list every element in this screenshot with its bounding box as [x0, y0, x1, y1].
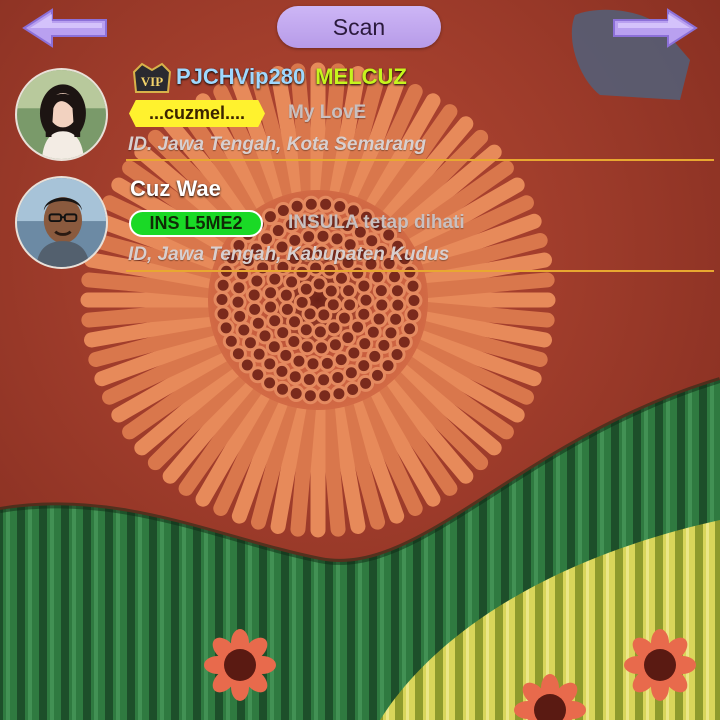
avatar[interactable]: [15, 68, 108, 161]
user-status-text: INSULA tetap dihati: [288, 212, 465, 233]
user-tag-label: ...cuzmel....: [148, 103, 246, 123]
user-name-line: Cuz Wae: [130, 176, 221, 202]
vip-crown-icon: VIP: [132, 62, 172, 93]
user-name: Cuz Wae: [130, 176, 221, 201]
avatar[interactable]: [15, 176, 108, 269]
user-location-text: ID, Jawa Tengah, Kabupaten Kudus: [128, 244, 450, 265]
user-tag-label: INS L5ME2: [149, 213, 243, 233]
user-list-item[interactable]: Cuz Wae INS L5ME2 INSULA tetap dihati ID…: [0, 170, 720, 275]
screen: Scan VIP PJCHVip280 MELCUZ ...cuzmel....…: [0, 0, 720, 720]
svg-text:VIP: VIP: [141, 74, 163, 89]
avatar-photo-man: [17, 178, 106, 267]
user-nickname: MELCUZ: [315, 64, 407, 89]
forward-arrow-icon[interactable]: [612, 6, 698, 50]
user-location-text: ID. Jawa Tengah, Kota Semarang: [128, 134, 427, 155]
avatar-photo-woman: [17, 70, 106, 159]
row-divider: [126, 159, 714, 161]
back-arrow-icon[interactable]: [22, 6, 108, 50]
user-list-item[interactable]: VIP PJCHVip280 MELCUZ ...cuzmel.... My L…: [0, 58, 720, 168]
user-status-text: My LovE: [288, 102, 367, 123]
user-tag-badge: INS L5ME2: [129, 210, 263, 237]
vip-username: PJCHVip280: [176, 64, 306, 89]
scan-button[interactable]: Scan: [277, 6, 441, 48]
user-name-line: VIP PJCHVip280 MELCUZ: [130, 60, 407, 94]
user-tag-badge: ...cuzmel....: [129, 100, 265, 127]
scan-button-label: Scan: [332, 13, 386, 40]
row-divider: [126, 270, 714, 272]
